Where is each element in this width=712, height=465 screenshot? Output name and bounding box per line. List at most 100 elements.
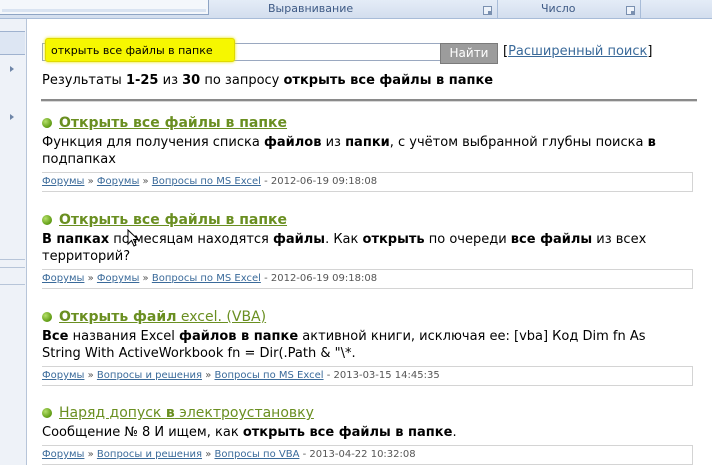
- description-segment: Сообщение № 8 И ищем, как: [42, 425, 243, 440]
- description-segment: файлов в папке: [179, 329, 299, 344]
- gutter-divider: [0, 259, 25, 260]
- search-bar: открыть все файлы в папке Найти [Расшире…: [42, 38, 682, 64]
- description-segment: папки: [345, 135, 390, 150]
- breadcrumb-link[interactable]: Форумы: [97, 273, 139, 284]
- breadcrumb-separator: »: [139, 273, 152, 284]
- breadcrumb-link[interactable]: Вопросы и решения: [97, 449, 202, 460]
- breadcrumb-link[interactable]: Вопросы и решения: [97, 370, 202, 381]
- ribbon-separator: [640, 0, 641, 18]
- breadcrumb-link[interactable]: Форумы: [97, 176, 139, 187]
- description-segment: подпапках: [42, 152, 116, 167]
- breadcrumb-separator: »: [202, 449, 215, 460]
- summary-prefix: Результаты: [42, 73, 126, 88]
- results-summary: Результаты 1-25 из 30 по запросу открыть…: [42, 73, 493, 88]
- advanced-search: [Расширенный поиск]: [503, 44, 652, 59]
- gutter-divider: [0, 267, 25, 268]
- summary-query: открыть все файлы в папке: [283, 73, 494, 88]
- result-date: 2012-06-19 09:18:08: [270, 273, 378, 284]
- breadcrumb-link[interactable]: Форумы: [42, 176, 84, 187]
- result-date: 2012-06-19 09:18:08: [270, 176, 378, 187]
- title-bold-part: в: [165, 405, 175, 421]
- description-segment: названия Excel: [68, 329, 180, 344]
- result-description: Все названия Excel файлов в папке активн…: [42, 328, 682, 362]
- search-query-highlight: открыть все файлы в папке: [45, 38, 235, 62]
- breadcrumb-link[interactable]: Вопросы по MS Excel: [152, 273, 261, 284]
- breadcrumb-separator: -: [299, 449, 310, 460]
- description-segment: в: [647, 135, 656, 150]
- description-segment: файлов: [263, 135, 322, 150]
- number-dialog-launcher-icon[interactable]: [626, 6, 635, 15]
- result-description: Сообщение № 8 И ищем, как открыть все фа…: [42, 424, 682, 441]
- result-item: Открыть все файлы в папке В папках по ме…: [42, 212, 697, 289]
- title-rest-part: excel. (VBA): [176, 309, 267, 325]
- breadcrumb-separator: »: [84, 273, 97, 284]
- description-segment: открыть все файлы в папке: [242, 425, 453, 440]
- breadcrumb-link[interactable]: Вопросы по MS Excel: [152, 176, 261, 187]
- result-title-link[interactable]: Наряд допуск в электроустановку: [59, 405, 314, 421]
- expand-arrow-icon[interactable]: [10, 114, 14, 120]
- summary-of: из: [158, 73, 183, 88]
- breadcrumb-link[interactable]: Форумы: [42, 370, 84, 381]
- bullet-icon: [42, 215, 52, 225]
- breadcrumb-link[interactable]: Форумы: [42, 449, 84, 460]
- bullet-icon: [42, 118, 52, 128]
- description-segment: Функция для получения списка: [42, 135, 264, 150]
- description-segment: открыть: [362, 232, 425, 247]
- summary-by: по запросу: [200, 73, 284, 88]
- breadcrumb-separator: »: [84, 370, 97, 381]
- bullet-icon: [42, 312, 52, 322]
- bracket-close: ]: [647, 44, 653, 59]
- advanced-search-link[interactable]: Расширенный поиск: [508, 44, 647, 59]
- gutter-divider: [0, 284, 25, 285]
- result-date: 2013-03-15 14:45:35: [333, 370, 440, 381]
- ribbon-group-alignment-label: Выравнивание: [268, 2, 354, 15]
- breadcrumb-separator: -: [260, 176, 271, 187]
- description-segment: все файлы: [510, 232, 593, 247]
- result-breadcrumb: Форумы » Вопросы и решения » Вопросы по …: [42, 445, 693, 465]
- result-item: Наряд допуск в электроустановку Сообщени…: [42, 405, 697, 465]
- breadcrumb-link[interactable]: Форумы: [42, 273, 84, 284]
- ribbon-group-number-label: Число: [541, 2, 576, 15]
- breadcrumb-separator: »: [84, 176, 97, 187]
- result-item: Открыть файл excel. (VBA) Все названия E…: [42, 309, 697, 386]
- title-bold-part: Открыть файл: [59, 309, 177, 325]
- gutter-header-box: [0, 31, 25, 55]
- bullet-icon: [42, 408, 52, 418]
- description-segment: Все: [42, 329, 69, 344]
- ribbon-control-frame: [0, 0, 209, 15]
- description-segment: .: [452, 425, 457, 440]
- result-description: Функция для получения списка файлов из п…: [42, 134, 682, 168]
- result-title-link[interactable]: Открыть все файлы в папке: [59, 212, 287, 228]
- ribbon-separator: [497, 0, 498, 18]
- title-post-part: электроустановку: [174, 405, 314, 421]
- excel-ribbon: Выравнивание Число: [0, 0, 712, 19]
- breadcrumb-link[interactable]: Вопросы по MS Excel: [215, 370, 324, 381]
- result-breadcrumb: Форумы » Вопросы и решения » Вопросы по …: [42, 366, 693, 386]
- description-segment: файлы: [273, 232, 326, 247]
- alignment-dialog-launcher-icon[interactable]: [483, 6, 492, 15]
- description-segment: , с учётом выбранной глубны поиска: [389, 135, 648, 150]
- breadcrumb-separator: »: [139, 176, 152, 187]
- result-item: Открыть все файлы в папке Функция для по…: [42, 115, 697, 192]
- description-segment: . Как: [325, 232, 363, 247]
- summary-range: 1-25: [125, 73, 159, 88]
- description-segment: В папках: [42, 232, 110, 247]
- breadcrumb-link[interactable]: Вопросы по VBA: [215, 449, 300, 460]
- breadcrumb-separator: »: [202, 370, 215, 381]
- description-segment: по очереди: [424, 232, 511, 247]
- breadcrumb-separator: »: [84, 449, 97, 460]
- expand-arrow-icon[interactable]: [10, 66, 14, 72]
- find-button[interactable]: Найти: [440, 43, 498, 64]
- title-pre-part: Наряд допуск: [59, 405, 166, 421]
- result-title-link[interactable]: Открыть файл excel. (VBA): [59, 309, 266, 325]
- breadcrumb-separator: -: [323, 370, 334, 381]
- result-title-link[interactable]: Открыть все файлы в папке: [59, 115, 287, 131]
- summary-total: 30: [182, 73, 201, 88]
- left-pane-gutter: [0, 19, 27, 465]
- results-divider: [41, 99, 697, 102]
- result-date: 2013-04-22 10:32:08: [309, 449, 416, 460]
- result-breadcrumb: Форумы » Форумы » Вопросы по MS Excel - …: [42, 269, 693, 289]
- result-breadcrumb: Форумы » Форумы » Вопросы по MS Excel - …: [42, 172, 693, 192]
- breadcrumb-separator: -: [260, 273, 271, 284]
- description-segment: из: [321, 135, 346, 150]
